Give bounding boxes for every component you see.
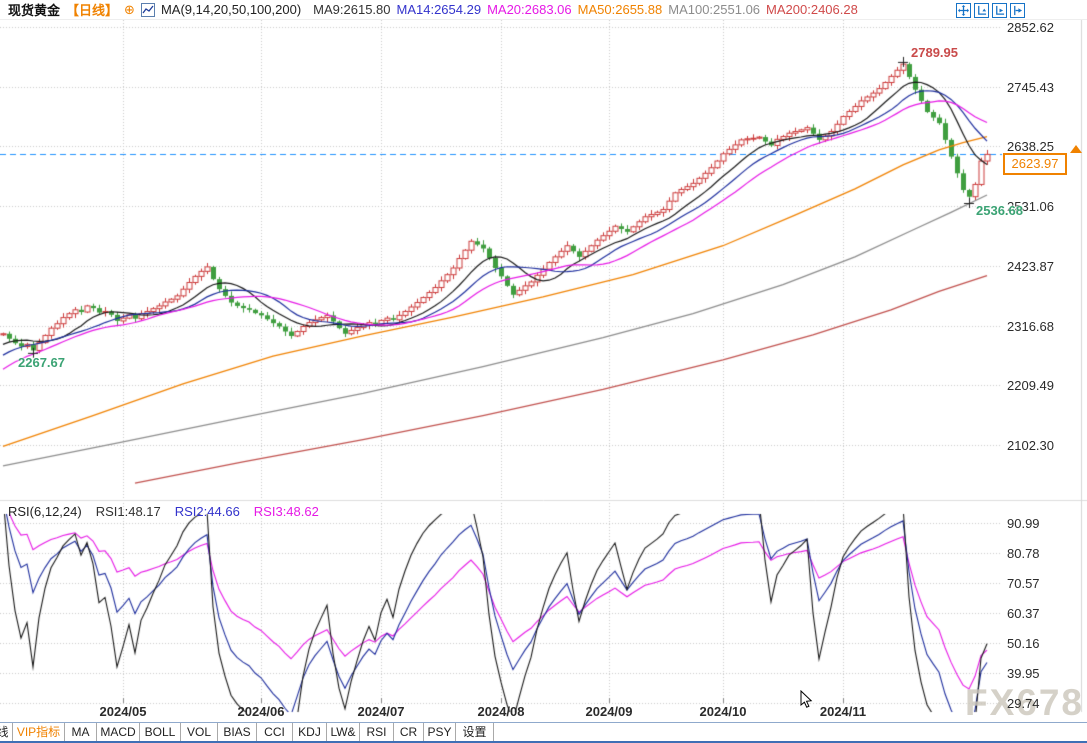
toolbar-tab-MACD[interactable]: MACD [97, 723, 140, 741]
toolbar-tab-VOL[interactable]: VOL [181, 723, 218, 741]
rsi-axis-label: 90.99 [1007, 516, 1040, 531]
time-axis-label: 2024/09 [586, 704, 633, 719]
rsi-value-2: RSI3:48.62 [254, 504, 319, 519]
chart-type-icon[interactable] [141, 3, 155, 17]
window-icons [956, 3, 1025, 18]
toolbar-tab-BIAS[interactable]: BIAS [218, 723, 257, 741]
rsi-value-1: RSI2:44.66 [175, 504, 240, 519]
price-callout-2267.67: 2267.67 [18, 355, 65, 370]
chart-canvas[interactable] [0, 0, 1087, 743]
ma-value-5: MA200:2406.28 [766, 2, 858, 17]
rsi-values: RSI1:48.17 RSI2:44.66 RSI3:48.62 [96, 504, 319, 519]
toolbar-tab-KDJ[interactable]: KDJ [293, 723, 327, 741]
toolbar-tab-VIP指标[interactable]: VIP指标 [13, 723, 65, 741]
price-axis-label: 2638.25 [1007, 139, 1054, 154]
price-axis-label: 2102.30 [1007, 438, 1054, 453]
price-axis-label: 2316.68 [1007, 319, 1054, 334]
toolbar-tab-LW&[interactable]: LW& [327, 723, 360, 741]
ma-value-2: MA20:2683.06 [487, 2, 572, 17]
ma-value-1: MA14:2654.29 [397, 2, 482, 17]
ma-value-3: MA50:2655.88 [578, 2, 663, 17]
toolbar-tab-PSY[interactable]: PSY [424, 723, 456, 741]
y-axis-zoom-icon[interactable] [974, 3, 989, 18]
price-axis-label: 2209.49 [1007, 378, 1054, 393]
price-up-arrow-icon [1070, 145, 1082, 153]
toolbar-tab-BOLL[interactable]: BOLL [140, 723, 181, 741]
price-callout-2536.68: 2536.68 [976, 203, 1023, 218]
time-axis-label: 2024/10 [700, 704, 747, 719]
price-axis-label: 2852.62 [1007, 20, 1054, 35]
price-axis-label: 2423.87 [1007, 259, 1054, 274]
symbol-name: 现货黄金 [8, 0, 60, 19]
ma-value-0: MA9:2615.80 [313, 2, 390, 17]
ma-group-label: MA(9,14,20,50,100,200) [161, 2, 301, 17]
rsi-axis-label: 50.16 [1007, 636, 1040, 651]
rsi-axis-label: 70.57 [1007, 576, 1040, 591]
expand-icon[interactable]: ⊕ [124, 3, 135, 16]
x-axis-zoom-icon[interactable] [992, 3, 1007, 18]
toolbar-tab-MA[interactable]: MA [65, 723, 97, 741]
toolbar-tab-CR[interactable]: CR [394, 723, 424, 741]
time-axis-label: 2024/08 [478, 704, 525, 719]
rsi-value-0: RSI1:48.17 [96, 504, 161, 519]
toolbar-tab-stub[interactable]: 线 [0, 723, 13, 741]
ma-value-4: MA100:2551.06 [668, 2, 760, 17]
time-axis-label: 2024/11 [820, 704, 866, 719]
time-axis-label: 2024/05 [100, 704, 147, 719]
rsi-axis-label: 60.37 [1007, 606, 1040, 621]
indicator-toolbar: 线VIP指标MAMACDBOLLVOLBIASCCIKDJLW&RSICRPSY… [0, 722, 1087, 743]
chart-header: 现货黄金 【日线】 ⊕ MA(9,14,20,50,100,200) MA9:2… [0, 0, 1087, 20]
rsi-axis-label: 29.74 [1007, 696, 1040, 711]
shift-right-icon[interactable] [1010, 3, 1025, 18]
current-price-label: 2623.97 [1003, 153, 1067, 175]
rsi-group-label: RSI(6,12,24) [8, 504, 82, 519]
price-callout-2789.95: 2789.95 [911, 45, 958, 60]
toolbar-tab-设置[interactable]: 设置 [456, 723, 494, 741]
rsi-header: RSI(6,12,24) RSI1:48.17 RSI2:44.66 RSI3:48… [8, 504, 319, 519]
time-axis-label: 2024/07 [358, 704, 405, 719]
price-axis-label: 2745.43 [1007, 80, 1054, 95]
rsi-axis-label: 80.78 [1007, 546, 1040, 561]
ma-values: MA9:2615.80 MA14:2654.29 MA20:2683.06 MA50:… [307, 2, 858, 17]
toolbar-tab-RSI[interactable]: RSI [360, 723, 394, 741]
rsi-axis-label: 39.95 [1007, 666, 1040, 681]
mouse-cursor [800, 690, 813, 714]
current-price-value: 2623.97 [1012, 156, 1059, 171]
pan-icon[interactable] [956, 3, 971, 18]
period-label[interactable]: 【日线】 [66, 0, 118, 19]
toolbar-tab-CCI[interactable]: CCI [257, 723, 293, 741]
time-axis-label: 2024/06 [238, 704, 285, 719]
